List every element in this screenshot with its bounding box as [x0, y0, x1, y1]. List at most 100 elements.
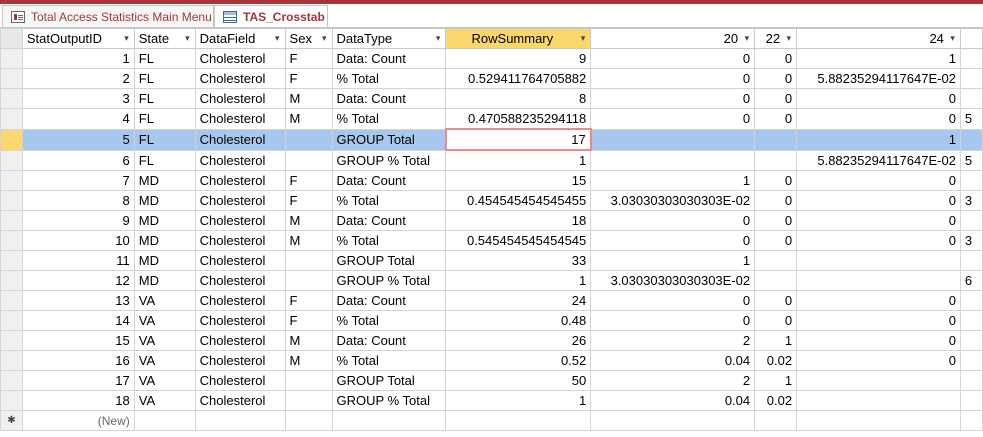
table-row[interactable]: 3 FL Cholesterol M Data: Count 8 0 0 0 — [0, 88, 983, 109]
table-row[interactable]: 5 FL Cholesterol GROUP Total 17 1 — [0, 128, 983, 151]
table-cell[interactable] — [754, 128, 798, 151]
table-cell[interactable]: 1 — [796, 48, 961, 69]
table-cell[interactable]: 0 — [796, 350, 961, 371]
table-cell[interactable]: 1 — [796, 128, 961, 151]
table-cell[interactable]: GROUP Total — [331, 128, 447, 151]
table-cell[interactable] — [590, 149, 756, 171]
row-selector[interactable]: ✱ — [0, 410, 23, 431]
table-cell[interactable]: 4 — [21, 108, 135, 130]
table-cell[interactable]: 0.04 — [590, 390, 756, 411]
table-cell[interactable]: 0.454545454545455 — [445, 190, 592, 211]
table-cell[interactable]: 50 — [445, 370, 592, 391]
table-cell[interactable] — [754, 250, 798, 271]
table-cell[interactable]: Cholesterol — [194, 190, 286, 211]
table-cell[interactable]: 9 — [445, 48, 592, 69]
chevron-down-icon[interactable]: ▾ — [185, 30, 190, 48]
table-cell[interactable]: 17 — [21, 370, 135, 391]
table-cell[interactable] — [284, 128, 333, 151]
column-header[interactable]: RowSummary ▾ — [445, 28, 592, 49]
table-row[interactable]: 16 VA Cholesterol M% Total 0.52 0.04 0.02 0 — [0, 350, 983, 371]
table-cell[interactable] — [959, 350, 983, 371]
table-row[interactable]: 9 MD Cholesterol M Data: Count 18 0 0 0 — [0, 210, 983, 231]
table-row[interactable]: 1 FL Cholesterol F Data: Count 9 0 0 1 — [0, 48, 983, 69]
table-cell[interactable]: 0 — [754, 230, 798, 251]
table-cell[interactable] — [959, 250, 983, 271]
table-cell[interactable]: % Total — [331, 190, 447, 211]
table-row[interactable]: 8 MD Cholesterol F% Total 0.454545454545455 3… — [0, 190, 983, 211]
table-cell[interactable]: 7 — [21, 170, 135, 191]
table-cell[interactable]: GROUP % Total — [331, 270, 447, 291]
table-cell[interactable]: MD — [133, 210, 196, 231]
table-cell[interactable] — [796, 250, 961, 271]
table-cell[interactable]: VA — [133, 370, 196, 391]
table-cell[interactable] — [331, 410, 447, 431]
table-cell[interactable]: 13 — [21, 290, 135, 311]
table-row[interactable]: 17 VA Cholesterol GROUP Total 50 2 1 — [0, 370, 983, 391]
row-selector[interactable] — [0, 210, 23, 231]
column-header[interactable]: Sex ▾ — [284, 28, 333, 49]
table-cell[interactable]: VA — [133, 290, 196, 311]
table-cell[interactable]: 5 — [21, 128, 135, 151]
table-cell[interactable]: Data: Count — [331, 290, 447, 311]
table-cell[interactable]: 0 — [796, 190, 961, 211]
table-cell[interactable]: 0 — [590, 310, 756, 331]
chevron-down-icon[interactable]: ▾ — [436, 30, 441, 48]
table-cell[interactable]: 6 — [21, 149, 135, 171]
row-selector[interactable] — [0, 390, 23, 411]
table-cell[interactable]: 0 — [796, 170, 961, 191]
table-row[interactable]: 18 VA Cholesterol GROUP % Total 1 0.04 0.02 — [0, 390, 983, 411]
table-cell[interactable]: 0.470588235294118 — [445, 108, 592, 130]
table-cell[interactable]: 2 — [590, 370, 756, 391]
table-cell[interactable]: FL — [133, 149, 196, 171]
table-cell[interactable]: 0.02 — [754, 390, 798, 411]
row-selector[interactable] — [0, 310, 23, 331]
table-cell[interactable]: 0 — [754, 310, 798, 331]
table-row[interactable]: 12 MD Cholesterol GROUP % Total 1 3.030303030… — [0, 270, 983, 291]
column-header[interactable]: State ▾ — [133, 28, 196, 49]
table-cell[interactable]: 0 — [590, 108, 756, 130]
tab-main-menu[interactable]: Total Access Statistics Main Menu — [2, 5, 214, 27]
table-cell[interactable]: 15 — [445, 170, 592, 191]
table-cell[interactable]: 0 — [754, 210, 798, 231]
table-cell[interactable]: % Total — [331, 108, 447, 130]
row-selector[interactable] — [0, 88, 23, 109]
table-cell[interactable]: 1 — [590, 250, 756, 271]
table-row[interactable]: 6 FL Cholesterol GROUP % Total 1 5.8823529411… — [0, 149, 983, 171]
chevron-down-icon[interactable]: ▾ — [322, 30, 327, 48]
table-cell[interactable]: Cholesterol — [194, 270, 286, 291]
table-cell[interactable]: 5 — [959, 108, 983, 130]
table-cell[interactable]: 0 — [754, 190, 798, 211]
table-cell[interactable]: Cholesterol — [194, 170, 286, 191]
table-cell[interactable]: FL — [133, 108, 196, 130]
table-cell[interactable] — [959, 210, 983, 231]
table-cell[interactable]: M — [284, 230, 333, 251]
table-cell[interactable]: 10 — [21, 230, 135, 251]
table-cell[interactable]: 5.88235294117647E-02 — [796, 149, 961, 171]
table-cell[interactable]: % Total — [331, 310, 447, 331]
table-cell[interactable]: 0 — [590, 88, 756, 109]
table-cell[interactable]: 16 — [21, 350, 135, 371]
table-cell[interactable] — [754, 270, 798, 291]
table-cell[interactable]: Data: Count — [331, 170, 447, 191]
column-header[interactable]: 24 ▾ — [796, 28, 961, 49]
table-cell[interactable] — [445, 410, 592, 431]
table-cell[interactable]: MD — [133, 190, 196, 211]
table-cell[interactable]: F — [284, 190, 333, 211]
table-cell[interactable] — [959, 330, 983, 351]
table-cell[interactable]: M — [284, 210, 333, 231]
row-selector[interactable] — [0, 170, 23, 191]
table-cell[interactable]: MD — [133, 170, 196, 191]
chevron-down-icon[interactable]: ▾ — [745, 30, 750, 48]
table-cell[interactable]: 3.03030303030303E-02 — [590, 190, 756, 211]
table-cell[interactable]: MD — [133, 250, 196, 271]
table-cell[interactable]: Cholesterol — [194, 390, 286, 411]
table-cell[interactable]: GROUP Total — [331, 250, 447, 271]
table-cell[interactable] — [284, 390, 333, 411]
table-cell[interactable] — [959, 170, 983, 191]
table-cell[interactable]: 1 — [754, 370, 798, 391]
table-cell[interactable] — [796, 270, 961, 291]
table-cell[interactable]: Cholesterol — [194, 250, 286, 271]
table-cell[interactable]: Cholesterol — [194, 310, 286, 331]
table-cell[interactable]: Cholesterol — [194, 210, 286, 231]
chevron-down-icon[interactable]: ▾ — [275, 30, 280, 48]
